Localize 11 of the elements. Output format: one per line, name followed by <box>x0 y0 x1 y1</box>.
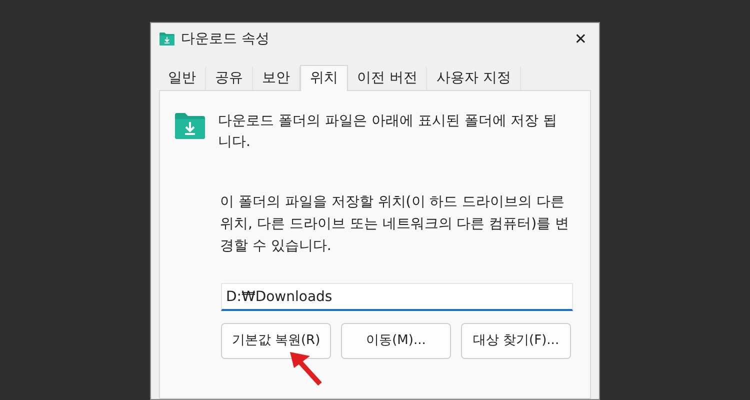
window-title: 다운로드 속성 <box>181 30 270 48</box>
download-folder-icon <box>159 32 175 46</box>
tab[interactable]: 위치 <box>300 65 348 91</box>
close-button[interactable]: ✕ <box>574 28 587 50</box>
action-button[interactable]: 대상 찾기(F)... <box>461 323 571 359</box>
action-button[interactable]: 기본값 복원(R) <box>221 323 331 359</box>
action-button[interactable]: 이동(M)... <box>341 323 451 359</box>
download-folder-icon <box>174 112 206 140</box>
intro-text: 다운로드 폴더의 파일은 아래에 표시된 폴더에 저장 됩니다. <box>218 112 558 152</box>
path-field[interactable]: D:₩Downloads <box>221 283 573 311</box>
description-text: 이 폴더의 파일을 저장할 위치(이 하드 드라이브의 다른 위치, 다른 드라이브 또는 네트워크의 다른 컴퓨터)를 변경할 수 있습니다. <box>220 193 570 256</box>
